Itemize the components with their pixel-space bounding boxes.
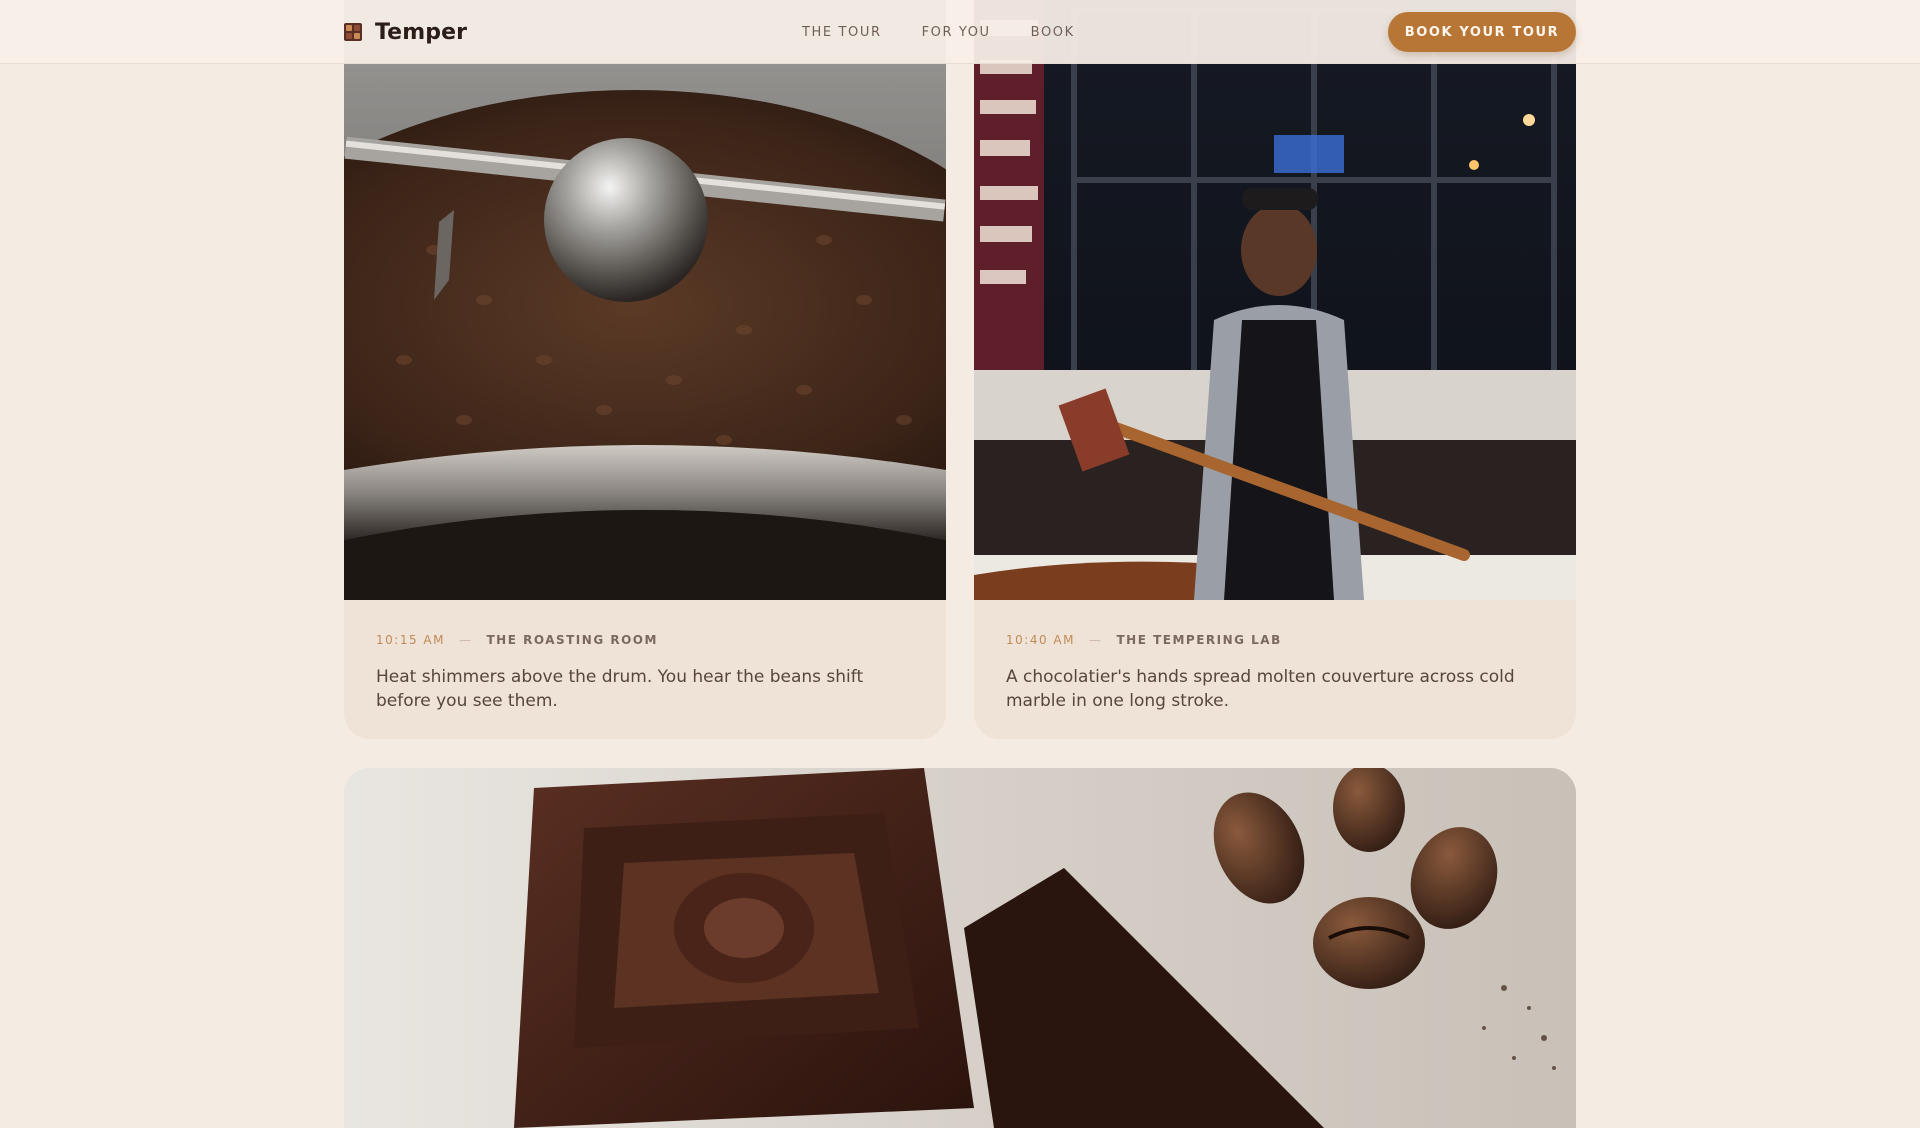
- meta-divider: —: [458, 633, 473, 647]
- stop-time: 10:15 AM: [376, 633, 445, 647]
- main-nav: THE TOUR FOR YOU BOOK: [802, 0, 1075, 64]
- meta-divider: —: [1088, 633, 1103, 647]
- stop-meta: 10:40 AM — THE TEMPERING LAB: [1006, 630, 1546, 650]
- card-body: 10:40 AM — THE TEMPERING LAB A chocolati…: [1006, 630, 1546, 713]
- card-body: 10:15 AM — THE ROASTING ROOM Heat shimme…: [376, 630, 916, 713]
- tour-stop-card-tempering: 10:40 AM — THE TEMPERING LAB A chocolati…: [974, 0, 1576, 739]
- brand-logo-link[interactable]: Temper: [344, 20, 467, 45]
- stop-room: THE ROASTING ROOM: [486, 633, 658, 647]
- chocolatier-photo: [974, 0, 1576, 600]
- nav-link-for-you[interactable]: FOR YOU: [922, 25, 991, 40]
- stop-time: 10:40 AM: [1006, 633, 1075, 647]
- stop-meta: 10:15 AM — THE ROASTING ROOM: [376, 630, 916, 650]
- chocolate-bar-icon: [344, 23, 362, 41]
- nav-link-book[interactable]: BOOK: [1031, 25, 1075, 40]
- stop-description: Heat shimmers above the drum. You hear t…: [376, 667, 864, 711]
- roasting-drum-photo: [344, 0, 946, 600]
- header-inner: Temper THE TOUR FOR YOU BOOK BOOK YOUR T…: [344, 0, 1576, 64]
- nav-link-the-tour[interactable]: THE TOUR: [802, 25, 882, 40]
- tour-stop-card-roasting: 10:15 AM — THE ROASTING ROOM Heat shimme…: [344, 0, 946, 739]
- stop-room: THE TEMPERING LAB: [1116, 633, 1282, 647]
- stop-description: A chocolatier's hands spread molten couv…: [1006, 667, 1515, 711]
- feature-chocolate-photo: [344, 768, 1576, 1128]
- site-header: Temper THE TOUR FOR YOU BOOK BOOK YOUR T…: [0, 0, 1920, 64]
- book-your-tour-button[interactable]: BOOK YOUR TOUR: [1388, 12, 1576, 52]
- brand-name: Temper: [375, 19, 468, 45]
